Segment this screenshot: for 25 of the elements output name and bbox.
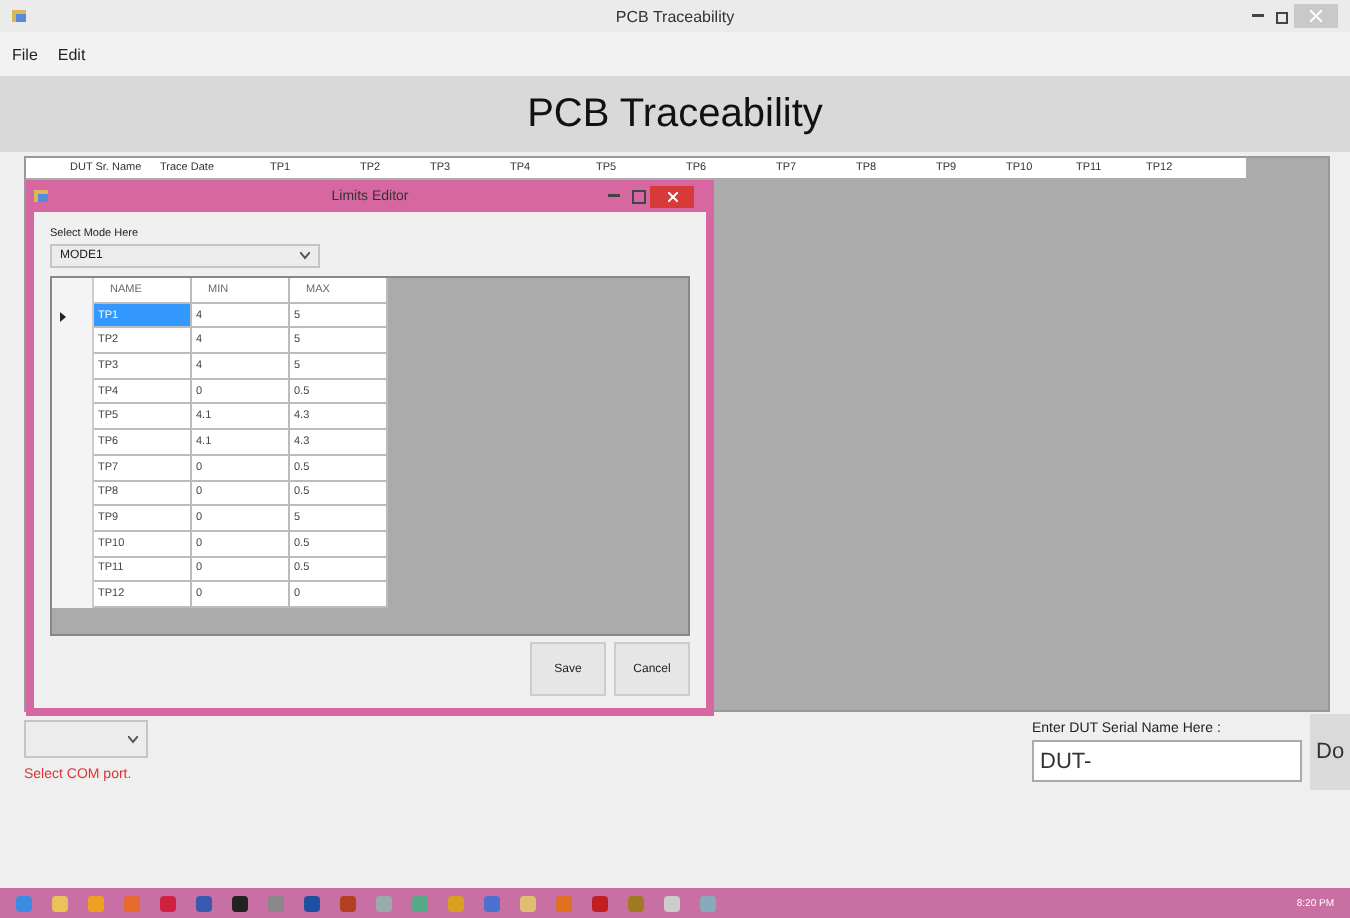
minimize-icon — [608, 194, 620, 198]
maximize-icon — [631, 189, 645, 203]
maximize-button[interactable] — [626, 184, 650, 208]
action-button[interactable]: Do — [1310, 714, 1350, 790]
app-icon — [34, 188, 50, 204]
com-port-dropdown[interactable] — [24, 720, 148, 758]
app-icon — [12, 8, 28, 24]
app-heading: PCB Traceability — [527, 91, 823, 137]
menu-item[interactable]: Edit — [57, 45, 86, 63]
minimize-icon — [1252, 14, 1264, 18]
window-title: PCB Traceability — [615, 7, 735, 25]
close-button[interactable] — [650, 185, 694, 207]
current-row-icon — [60, 311, 66, 322]
serial-input-field[interactable]: DUT- — [1032, 740, 1302, 782]
row-header-cell — [52, 278, 94, 304]
close-icon — [667, 191, 677, 201]
taskbar-app-icon[interactable] — [304, 895, 320, 911]
row-header-cell — [26, 158, 62, 178]
menu-item[interactable]: File — [12, 45, 38, 63]
taskbar-app-icon[interactable] — [664, 895, 680, 911]
taskbar-app-icon[interactable] — [232, 895, 248, 911]
restore-icon — [1275, 9, 1289, 23]
column-header — [1238, 158, 1246, 178]
close-icon — [1310, 10, 1322, 22]
row-header-cell[interactable] — [52, 582, 94, 608]
